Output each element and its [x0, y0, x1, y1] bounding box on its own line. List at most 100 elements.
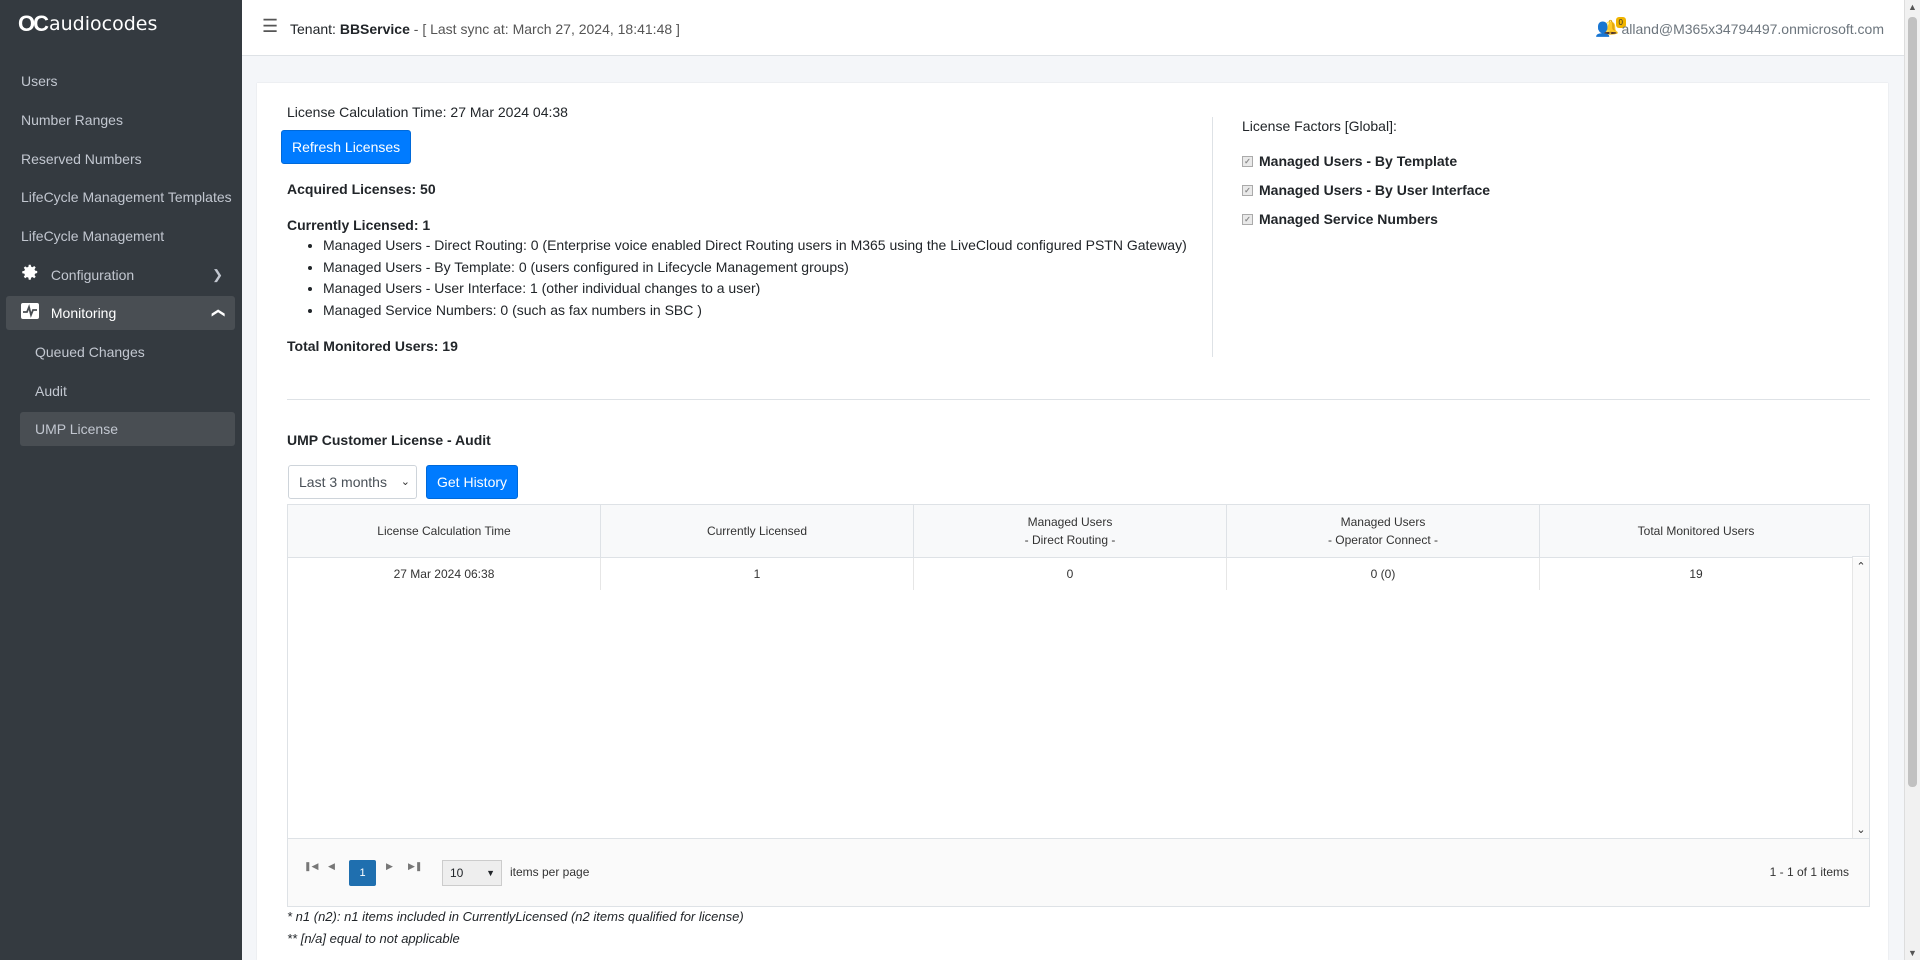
sidebar-item-lifecycle-templates[interactable]: LifeCycle Management Templates [6, 180, 235, 214]
audit-grid: License Calculation Time Currently Licen… [287, 504, 1870, 907]
logo-wordmark: audiocodes [49, 13, 158, 35]
last-sync: - [ Last sync at: March 27, 2024, 18:41:… [413, 21, 680, 37]
sidebar-item-label: Queued Changes [35, 344, 145, 360]
factor-label: Managed Users - By User Interface [1259, 182, 1491, 198]
last-page-icon[interactable]: ▶❚ [408, 861, 422, 872]
user-icon: 👤 [1594, 21, 1612, 37]
audit-title: UMP Customer License - Audit [287, 432, 491, 448]
pager-info: 1 - 1 of 1 items [1769, 865, 1849, 879]
logo-mark: OC [18, 11, 49, 36]
page-scrollbar[interactable]: ▲ ▼ [1904, 0, 1920, 960]
grid-header: License Calculation Time Currently Licen… [288, 505, 1853, 558]
checkbox-checked-icon: ✓ [1242, 213, 1253, 225]
column-header-label: Total Monitored Users [1637, 524, 1755, 538]
items-per-page-label: items per page [510, 865, 590, 879]
list-item: Managed Users - Direct Routing: 0 (Enter… [323, 235, 1223, 257]
sidebar-item-ump-license[interactable]: UMP License [20, 412, 235, 446]
column-header-label: Managed Users [1027, 515, 1113, 529]
sidebar-item-number-ranges[interactable]: Number Ranges [6, 103, 235, 137]
page-size-select[interactable]: 10 ▼ [442, 860, 502, 886]
previous-page-icon[interactable]: ◀ [328, 861, 335, 872]
sidebar-item-lifecycle-management[interactable]: LifeCycle Management [6, 219, 235, 253]
chevron-down-icon: ⌄ [400, 476, 410, 488]
sidebar-item-label: UMP License [35, 421, 119, 437]
sidebar-item-label: Configuration [50, 267, 135, 283]
audiocodes-logo[interactable]: OC audiocodes [18, 10, 157, 38]
license-card: License Calculation Time: 27 Mar 2024 04… [257, 83, 1888, 960]
caret-down-icon: ▼ [486, 868, 495, 878]
total-monitored-users: Total Monitored Users: 19 [287, 338, 458, 354]
factor-by-template: ✓ Managed Users - By Template [1242, 153, 1457, 169]
list-item: Managed Service Numbers: 0 (such as fax … [323, 300, 1223, 322]
license-factors-title: License Factors [Global]: [1242, 118, 1397, 134]
factor-label: Managed Users - By Template [1259, 153, 1458, 169]
page-number-current[interactable]: 1 [349, 860, 376, 886]
chevron-down-icon[interactable]: ⌄ [1853, 823, 1869, 836]
sidebar-item-label: Monitoring [50, 305, 117, 321]
checkbox-checked-icon: ✓ [1242, 184, 1253, 196]
factor-by-user-interface: ✓ Managed Users - By User Interface [1242, 182, 1490, 198]
column-header-total-monitored[interactable]: Total Monitored Users [1540, 505, 1853, 557]
column-header-sublabel: - Direct Routing - [1024, 533, 1116, 547]
chevron-up-icon: ❯ [209, 307, 225, 319]
tenant-prefix: Tenant: [290, 21, 336, 37]
scrollbar-thumb[interactable] [1908, 17, 1917, 787]
factor-label: Managed Service Numbers [1259, 211, 1438, 227]
refresh-licenses-button[interactable]: Refresh Licenses [281, 130, 412, 164]
tenant-info: Tenant: BBService - [ Last sync at: Marc… [290, 21, 680, 37]
table-cell: 19 [1540, 558, 1853, 590]
sidebar-item-configuration[interactable]: Configuration ❯ [6, 258, 235, 292]
hamburger-menu-icon[interactable]: ☰ [262, 16, 278, 37]
tenant-name: BBService [339, 21, 410, 37]
sidebar-item-reserved-numbers[interactable]: Reserved Numbers [6, 142, 235, 176]
table-cell: 27 Mar 2024 06:38 [288, 558, 601, 590]
page-size-value: 10 [450, 866, 464, 880]
table-cell: 0 (0) [1227, 558, 1540, 590]
table-row[interactable]: 27 Mar 2024 06:38 1 0 0 (0) 19 [288, 558, 1853, 590]
column-header-label: Managed Users [1340, 515, 1426, 529]
footnote-n1: * n1 (n2): n1 items included in Currentl… [287, 909, 744, 924]
vertical-divider [1212, 117, 1213, 357]
gear-icon [21, 259, 41, 293]
column-header-label: License Calculation Time [377, 524, 511, 538]
sidebar-item-label: Users [21, 73, 58, 89]
license-breakdown-list: Managed Users - Direct Routing: 0 (Enter… [287, 235, 1223, 321]
sidebar-item-label: LifeCycle Management [21, 228, 165, 244]
grid-header-gap [1852, 505, 1869, 557]
column-header-direct-routing[interactable]: Managed Users - Direct Routing - [914, 505, 1227, 557]
column-header-calc-time[interactable]: License Calculation Time [288, 505, 601, 557]
sidebar-item-label: Number Ranges [21, 112, 123, 128]
grid-scrollbar[interactable]: ⌃ ⌄ [1852, 558, 1869, 838]
first-page-icon[interactable]: ❚◀ [304, 861, 318, 872]
factor-service-numbers: ✓ Managed Service Numbers [1242, 211, 1438, 227]
sidebar-item-queued-changes[interactable]: Queued Changes [20, 335, 235, 369]
column-header-currently-licensed[interactable]: Currently Licensed [601, 505, 914, 557]
currently-licensed: Currently Licensed: 1 [287, 217, 431, 233]
column-header-operator-connect[interactable]: Managed Users - Operator Connect - [1227, 505, 1540, 557]
sidebar-item-label: Audit [35, 383, 67, 399]
sidebar-item-users[interactable]: Users [6, 64, 235, 98]
column-header-label: Currently Licensed [706, 524, 808, 538]
sidebar-item-monitoring[interactable]: Monitoring ❯ [6, 296, 235, 330]
user-menu[interactable]: 👤 alland@M365x34794497.onmicrosoft.com [1594, 21, 1884, 38]
table-cell: 1 [601, 558, 914, 590]
top-bar: ☰ Tenant: BBService - [ Last sync at: Ma… [242, 0, 1904, 56]
sidebar-item-label: LifeCycle Management Templates [21, 189, 232, 205]
chevron-up-icon[interactable]: ⌃ [1853, 560, 1869, 573]
sidebar-item-audit[interactable]: Audit [20, 374, 235, 408]
checkbox-checked-icon: ✓ [1242, 155, 1253, 167]
get-history-button[interactable]: Get History [426, 465, 519, 499]
scroll-up-icon[interactable]: ▲ [1905, 2, 1920, 12]
sidebar: OC audiocodes Users Number Ranges Reserv… [0, 0, 242, 960]
scroll-down-icon[interactable]: ▼ [1905, 948, 1920, 958]
chevron-right-icon: ❯ [212, 267, 223, 282]
acquired-licenses: Acquired Licenses: 50 [287, 181, 436, 197]
license-calc-time: License Calculation Time: 27 Mar 2024 04… [287, 104, 568, 120]
user-email: alland@M365x34794497.onmicrosoft.com [1621, 21, 1884, 37]
list-item: Managed Users - User Interface: 1 (other… [323, 278, 1223, 300]
column-header-sublabel: - Operator Connect - [1327, 533, 1439, 547]
next-page-icon[interactable]: ▶ [386, 861, 393, 872]
period-select[interactable]: Last 3 months ⌄ [288, 465, 417, 499]
period-select-value: Last 3 months [299, 474, 387, 490]
footnote-na: ** [n/a] equal to not applicable [287, 931, 460, 946]
